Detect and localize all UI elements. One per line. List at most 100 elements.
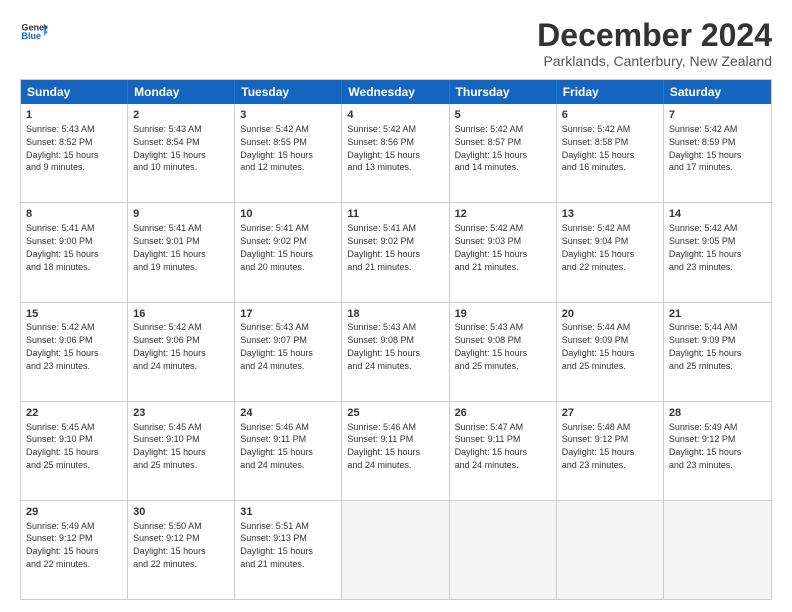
calendar-cell-w1-d0: 8Sunrise: 5:41 AM Sunset: 9:00 PM Daylig… <box>21 203 128 301</box>
calendar-cell-w1-d6: 14Sunrise: 5:42 AM Sunset: 9:05 PM Dayli… <box>664 203 771 301</box>
day-number: 13 <box>562 207 658 222</box>
day-info: Sunrise: 5:43 AM Sunset: 8:54 PM Dayligh… <box>133 124 206 172</box>
day-info: Sunrise: 5:43 AM Sunset: 9:08 PM Dayligh… <box>455 322 528 370</box>
calendar-cell-w4-d4 <box>450 501 557 599</box>
day-info: Sunrise: 5:42 AM Sunset: 8:58 PM Dayligh… <box>562 124 635 172</box>
header-day-tuesday: Tuesday <box>235 80 342 104</box>
day-number: 2 <box>133 108 229 123</box>
day-number: 17 <box>240 307 336 322</box>
day-info: Sunrise: 5:42 AM Sunset: 9:03 PM Dayligh… <box>455 223 528 271</box>
day-info: Sunrise: 5:42 AM Sunset: 8:59 PM Dayligh… <box>669 124 742 172</box>
day-info: Sunrise: 5:41 AM Sunset: 9:01 PM Dayligh… <box>133 223 206 271</box>
day-number: 1 <box>26 108 122 123</box>
svg-text:Blue: Blue <box>21 31 41 41</box>
day-number: 8 <box>26 207 122 222</box>
day-number: 10 <box>240 207 336 222</box>
calendar-cell-w3-d4: 26Sunrise: 5:47 AM Sunset: 9:11 PM Dayli… <box>450 402 557 500</box>
day-info: Sunrise: 5:43 AM Sunset: 9:08 PM Dayligh… <box>347 322 420 370</box>
calendar-cell-w4-d2: 31Sunrise: 5:51 AM Sunset: 9:13 PM Dayli… <box>235 501 342 599</box>
calendar-body: 1Sunrise: 5:43 AM Sunset: 8:52 PM Daylig… <box>21 104 771 599</box>
calendar-cell-w3-d0: 22Sunrise: 5:45 AM Sunset: 9:10 PM Dayli… <box>21 402 128 500</box>
day-number: 11 <box>347 207 443 222</box>
day-number: 14 <box>669 207 766 222</box>
calendar-cell-w2-d5: 20Sunrise: 5:44 AM Sunset: 9:09 PM Dayli… <box>557 303 664 401</box>
calendar-cell-w2-d3: 18Sunrise: 5:43 AM Sunset: 9:08 PM Dayli… <box>342 303 449 401</box>
day-number: 6 <box>562 108 658 123</box>
day-info: Sunrise: 5:42 AM Sunset: 8:57 PM Dayligh… <box>455 124 528 172</box>
calendar-cell-w0-d6: 7Sunrise: 5:42 AM Sunset: 8:59 PM Daylig… <box>664 104 771 202</box>
calendar: SundayMondayTuesdayWednesdayThursdayFrid… <box>20 79 772 600</box>
calendar-cell-w4-d6 <box>664 501 771 599</box>
day-number: 21 <box>669 307 766 322</box>
day-info: Sunrise: 5:42 AM Sunset: 9:06 PM Dayligh… <box>133 322 206 370</box>
day-number: 7 <box>669 108 766 123</box>
day-info: Sunrise: 5:41 AM Sunset: 9:02 PM Dayligh… <box>240 223 313 271</box>
day-number: 18 <box>347 307 443 322</box>
calendar-cell-w3-d5: 27Sunrise: 5:48 AM Sunset: 9:12 PM Dayli… <box>557 402 664 500</box>
day-info: Sunrise: 5:42 AM Sunset: 9:04 PM Dayligh… <box>562 223 635 271</box>
day-number: 24 <box>240 406 336 421</box>
day-info: Sunrise: 5:42 AM Sunset: 9:05 PM Dayligh… <box>669 223 742 271</box>
day-info: Sunrise: 5:43 AM Sunset: 8:52 PM Dayligh… <box>26 124 99 172</box>
day-number: 26 <box>455 406 551 421</box>
day-number: 27 <box>562 406 658 421</box>
calendar-cell-w0-d3: 4Sunrise: 5:42 AM Sunset: 8:56 PM Daylig… <box>342 104 449 202</box>
calendar-cell-w0-d4: 5Sunrise: 5:42 AM Sunset: 8:57 PM Daylig… <box>450 104 557 202</box>
calendar-header: SundayMondayTuesdayWednesdayThursdayFrid… <box>21 80 771 104</box>
day-number: 9 <box>133 207 229 222</box>
subtitle: Parklands, Canterbury, New Zealand <box>537 53 772 69</box>
day-info: Sunrise: 5:45 AM Sunset: 9:10 PM Dayligh… <box>133 422 206 470</box>
day-number: 28 <box>669 406 766 421</box>
calendar-week-3: 22Sunrise: 5:45 AM Sunset: 9:10 PM Dayli… <box>21 402 771 501</box>
calendar-cell-w1-d2: 10Sunrise: 5:41 AM Sunset: 9:02 PM Dayli… <box>235 203 342 301</box>
day-info: Sunrise: 5:44 AM Sunset: 9:09 PM Dayligh… <box>669 322 742 370</box>
header-day-monday: Monday <box>128 80 235 104</box>
day-number: 23 <box>133 406 229 421</box>
calendar-week-0: 1Sunrise: 5:43 AM Sunset: 8:52 PM Daylig… <box>21 104 771 203</box>
calendar-week-1: 8Sunrise: 5:41 AM Sunset: 9:00 PM Daylig… <box>21 203 771 302</box>
header-day-friday: Friday <box>557 80 664 104</box>
title-block: December 2024 Parklands, Canterbury, New… <box>537 18 772 69</box>
day-info: Sunrise: 5:48 AM Sunset: 9:12 PM Dayligh… <box>562 422 635 470</box>
day-number: 5 <box>455 108 551 123</box>
header-day-sunday: Sunday <box>21 80 128 104</box>
header-day-saturday: Saturday <box>664 80 771 104</box>
logo-icon: General Blue <box>20 18 48 46</box>
calendar-week-4: 29Sunrise: 5:49 AM Sunset: 9:12 PM Dayli… <box>21 501 771 599</box>
calendar-cell-w2-d0: 15Sunrise: 5:42 AM Sunset: 9:06 PM Dayli… <box>21 303 128 401</box>
day-info: Sunrise: 5:42 AM Sunset: 8:56 PM Dayligh… <box>347 124 420 172</box>
day-info: Sunrise: 5:45 AM Sunset: 9:10 PM Dayligh… <box>26 422 99 470</box>
day-info: Sunrise: 5:49 AM Sunset: 9:12 PM Dayligh… <box>26 521 99 569</box>
day-info: Sunrise: 5:49 AM Sunset: 9:12 PM Dayligh… <box>669 422 742 470</box>
calendar-cell-w2-d4: 19Sunrise: 5:43 AM Sunset: 9:08 PM Dayli… <box>450 303 557 401</box>
calendar-cell-w2-d2: 17Sunrise: 5:43 AM Sunset: 9:07 PM Dayli… <box>235 303 342 401</box>
calendar-cell-w2-d6: 21Sunrise: 5:44 AM Sunset: 9:09 PM Dayli… <box>664 303 771 401</box>
calendar-cell-w1-d4: 12Sunrise: 5:42 AM Sunset: 9:03 PM Dayli… <box>450 203 557 301</box>
day-number: 19 <box>455 307 551 322</box>
day-info: Sunrise: 5:51 AM Sunset: 9:13 PM Dayligh… <box>240 521 313 569</box>
day-info: Sunrise: 5:42 AM Sunset: 9:06 PM Dayligh… <box>26 322 99 370</box>
day-number: 16 <box>133 307 229 322</box>
calendar-cell-w4-d3 <box>342 501 449 599</box>
day-number: 12 <box>455 207 551 222</box>
calendar-cell-w3-d2: 24Sunrise: 5:46 AM Sunset: 9:11 PM Dayli… <box>235 402 342 500</box>
header-day-wednesday: Wednesday <box>342 80 449 104</box>
calendar-cell-w1-d5: 13Sunrise: 5:42 AM Sunset: 9:04 PM Dayli… <box>557 203 664 301</box>
calendar-cell-w1-d3: 11Sunrise: 5:41 AM Sunset: 9:02 PM Dayli… <box>342 203 449 301</box>
calendar-cell-w0-d2: 3Sunrise: 5:42 AM Sunset: 8:55 PM Daylig… <box>235 104 342 202</box>
day-info: Sunrise: 5:46 AM Sunset: 9:11 PM Dayligh… <box>347 422 420 470</box>
calendar-cell-w4-d5 <box>557 501 664 599</box>
page: General Blue December 2024 Parklands, Ca… <box>0 0 792 612</box>
day-number: 20 <box>562 307 658 322</box>
day-number: 25 <box>347 406 443 421</box>
calendar-cell-w4-d1: 30Sunrise: 5:50 AM Sunset: 9:12 PM Dayli… <box>128 501 235 599</box>
main-title: December 2024 <box>537 18 772 53</box>
calendar-week-2: 15Sunrise: 5:42 AM Sunset: 9:06 PM Dayli… <box>21 303 771 402</box>
calendar-cell-w1-d1: 9Sunrise: 5:41 AM Sunset: 9:01 PM Daylig… <box>128 203 235 301</box>
day-info: Sunrise: 5:50 AM Sunset: 9:12 PM Dayligh… <box>133 521 206 569</box>
day-number: 22 <box>26 406 122 421</box>
day-info: Sunrise: 5:44 AM Sunset: 9:09 PM Dayligh… <box>562 322 635 370</box>
day-number: 29 <box>26 505 122 520</box>
calendar-cell-w4-d0: 29Sunrise: 5:49 AM Sunset: 9:12 PM Dayli… <box>21 501 128 599</box>
day-info: Sunrise: 5:41 AM Sunset: 9:00 PM Dayligh… <box>26 223 99 271</box>
